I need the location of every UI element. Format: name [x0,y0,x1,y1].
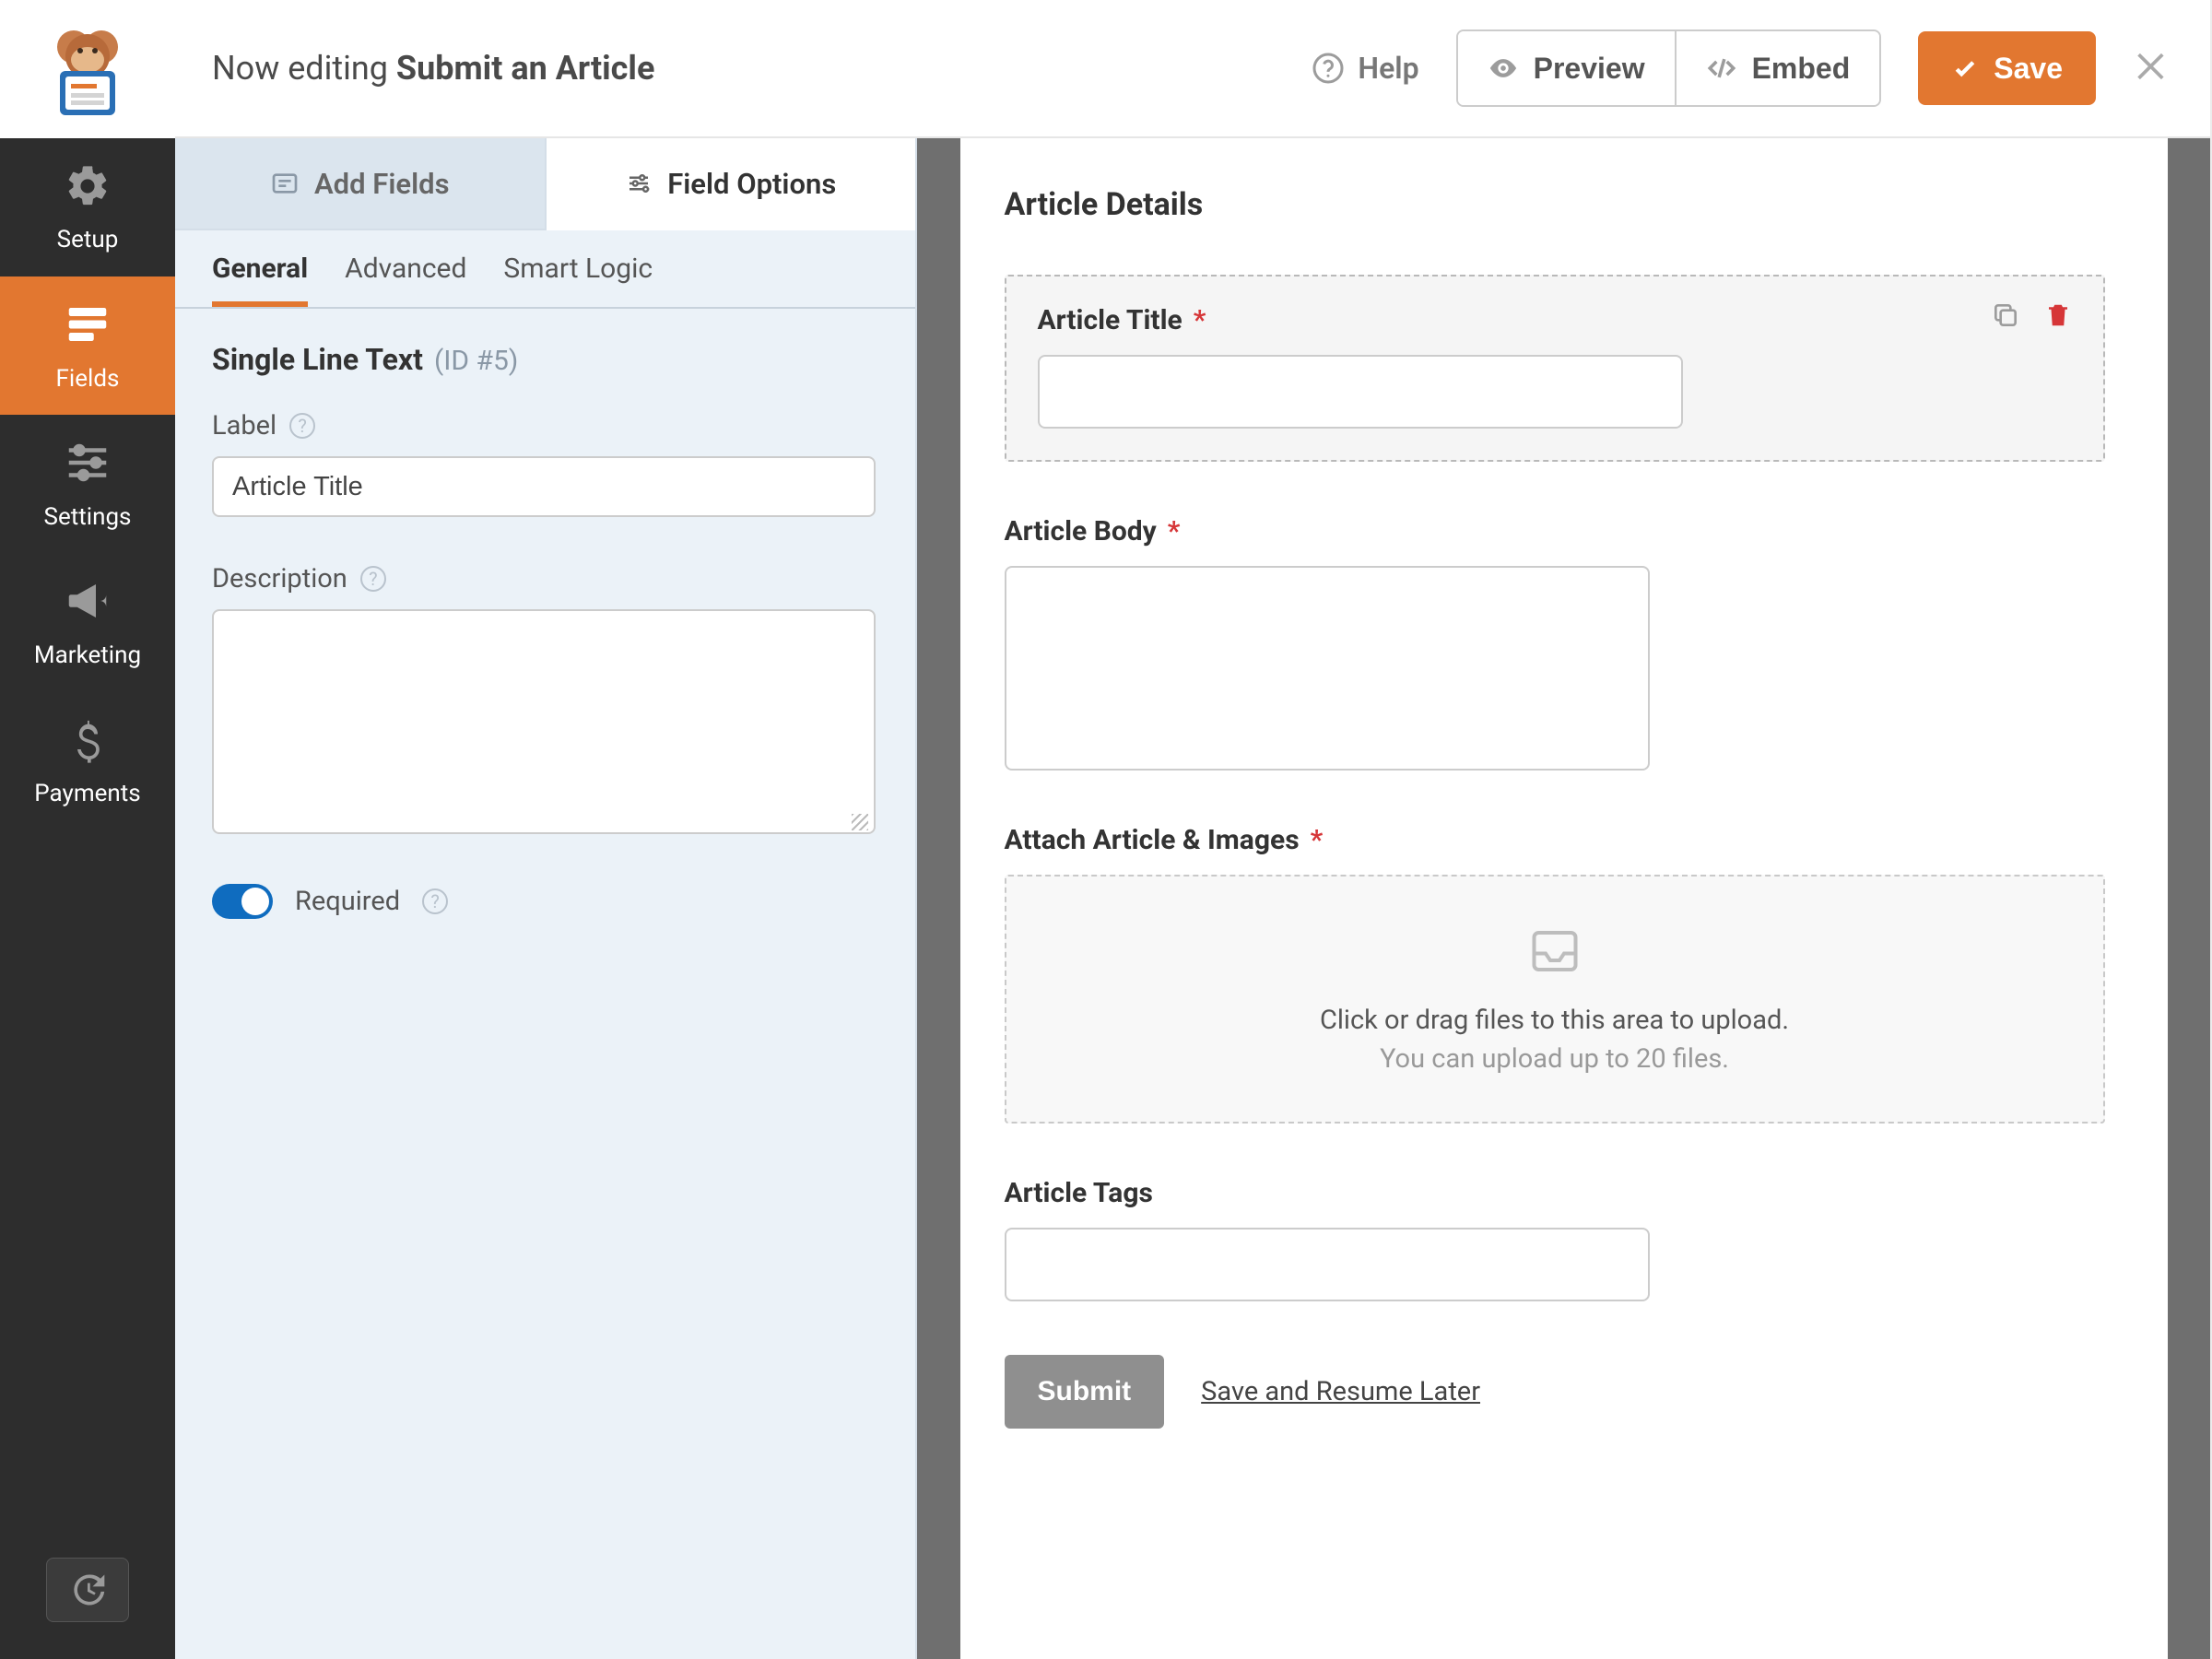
row-label: Label ? [212,410,878,517]
embed-label: Embed [1752,52,1851,86]
tab-label: Field Options [667,167,836,201]
help-icon [1312,52,1345,85]
nav-label: Setup [57,226,119,253]
delete-button[interactable] [2044,300,2072,334]
history-icon [67,1570,108,1610]
nav-rail: Setup Fields Settings Marketing Payments [0,0,175,1659]
row-required: Required ? [212,884,878,919]
description-label: Description ? [212,563,878,594]
required-toggle[interactable] [212,884,273,919]
submit-button[interactable]: Submit [1005,1355,1165,1429]
close-icon [2133,46,2173,87]
topbar: Now editing Submit an Article Help Previ… [175,0,2210,138]
help-icon[interactable]: ? [289,413,315,439]
duplicate-button[interactable] [1991,300,2020,334]
app-logo [0,0,175,138]
revisions-button[interactable] [46,1558,129,1622]
save-button[interactable]: Save [1918,31,2096,105]
wpforms-logo-icon [41,23,134,115]
save-label: Save [1994,52,2063,86]
field-label: Article Body* [1005,515,2105,547]
text-input-preview[interactable] [1038,355,1683,429]
tab-field-options[interactable]: Field Options [547,138,916,230]
trash-icon [2044,300,2072,330]
panel-body: Single Line Text (ID #5) Label ? Descrip… [175,309,915,952]
field-article-title[interactable]: Article Title* [1005,275,2105,462]
form-icon [270,169,300,198]
field-tags[interactable]: Article Tags [1005,1177,2105,1301]
inbox-icon [1523,924,1587,979]
bullhorn-icon [63,576,112,632]
label-input[interactable] [212,456,876,517]
textarea-preview[interactable] [1005,566,1650,771]
nav-label: Payments [34,780,140,807]
panel-tabs: Add Fields Field Options [175,138,915,230]
field-panel: Add Fields Field Options General Advance… [175,138,917,1659]
subtab-smart-logic[interactable]: Smart Logic [503,253,653,307]
text-input-preview[interactable] [1005,1228,1650,1301]
nav-payments[interactable]: Payments [0,691,175,830]
required-mark: * [1311,824,1324,856]
nav-label: Settings [44,503,132,531]
preview-label: Preview [1534,52,1645,86]
nav-label: Marketing [34,641,141,669]
row-description: Description ? [212,563,878,838]
field-label: Article Title* [1038,304,2072,336]
field-label: Attach Article & Images* [1005,824,2105,856]
code-icon [1706,53,1737,84]
form-preview: Article Details Article Title* [960,138,2168,1659]
required-mark: * [1168,515,1181,547]
subtab-general[interactable]: General [212,253,308,307]
page-title: Now editing Submit an Article [212,49,654,88]
field-type: Single Line Text [212,342,423,377]
preview-button[interactable]: Preview [1458,31,1675,105]
upload-dropzone[interactable]: Click or drag files to this area to uplo… [1005,875,2105,1124]
field-heading: Single Line Text (ID #5) [212,342,878,377]
description-input[interactable] [212,609,876,834]
eye-icon [1488,53,1519,84]
form-name: Submit an Article [396,49,655,88]
subtab-advanced[interactable]: Advanced [345,253,466,307]
submit-row: Submit Save and Resume Later [1005,1355,2105,1429]
field-label: Article Tags [1005,1177,2105,1209]
check-icon [1951,54,1979,82]
required-label: Required [295,886,400,917]
sliders-icon [63,438,112,494]
help-icon[interactable]: ? [360,566,386,592]
help-label: Help [1358,51,1418,86]
sliders-icon [625,170,653,197]
copy-icon [1991,300,2020,330]
preview-embed-group: Preview Embed [1456,29,1882,107]
tab-label: Add Fields [314,167,450,201]
nav-marketing[interactable]: Marketing [0,553,175,691]
gear-icon [64,162,112,217]
nav-label: Fields [56,365,120,393]
nav-setup[interactable]: Setup [0,138,175,276]
section-title: Article Details [1005,186,2105,223]
nav-settings[interactable]: Settings [0,415,175,553]
help-link[interactable]: Help [1312,51,1418,86]
form-icon [63,300,112,356]
field-actions [1991,300,2072,334]
field-attach[interactable]: Attach Article & Images* Click or drag f… [1005,824,2105,1124]
embed-button[interactable]: Embed [1675,31,1880,105]
canvas-wrap: Article Details Article Title* [917,138,2210,1659]
main: Now editing Submit an Article Help Previ… [175,0,2212,1659]
field-article-body[interactable]: Article Body* [1005,515,2105,771]
field-id: (ID #5) [434,345,518,377]
close-button[interactable] [2133,46,2173,90]
save-resume-link[interactable]: Save and Resume Later [1201,1376,1480,1407]
help-icon[interactable]: ? [422,888,448,914]
nav-fields[interactable]: Fields [0,276,175,415]
body: Add Fields Field Options General Advance… [175,138,2210,1659]
required-mark: * [1194,304,1206,336]
subtabs: General Advanced Smart Logic [175,230,915,309]
label-label: Label ? [212,410,878,441]
editing-prefix: Now editing [212,49,396,88]
dollar-icon [67,714,108,771]
tab-add-fields[interactable]: Add Fields [175,138,547,230]
upload-primary-text: Click or drag files to this area to uplo… [1320,1005,1789,1036]
upload-secondary-text: You can upload up to 20 files. [1380,1043,1729,1075]
